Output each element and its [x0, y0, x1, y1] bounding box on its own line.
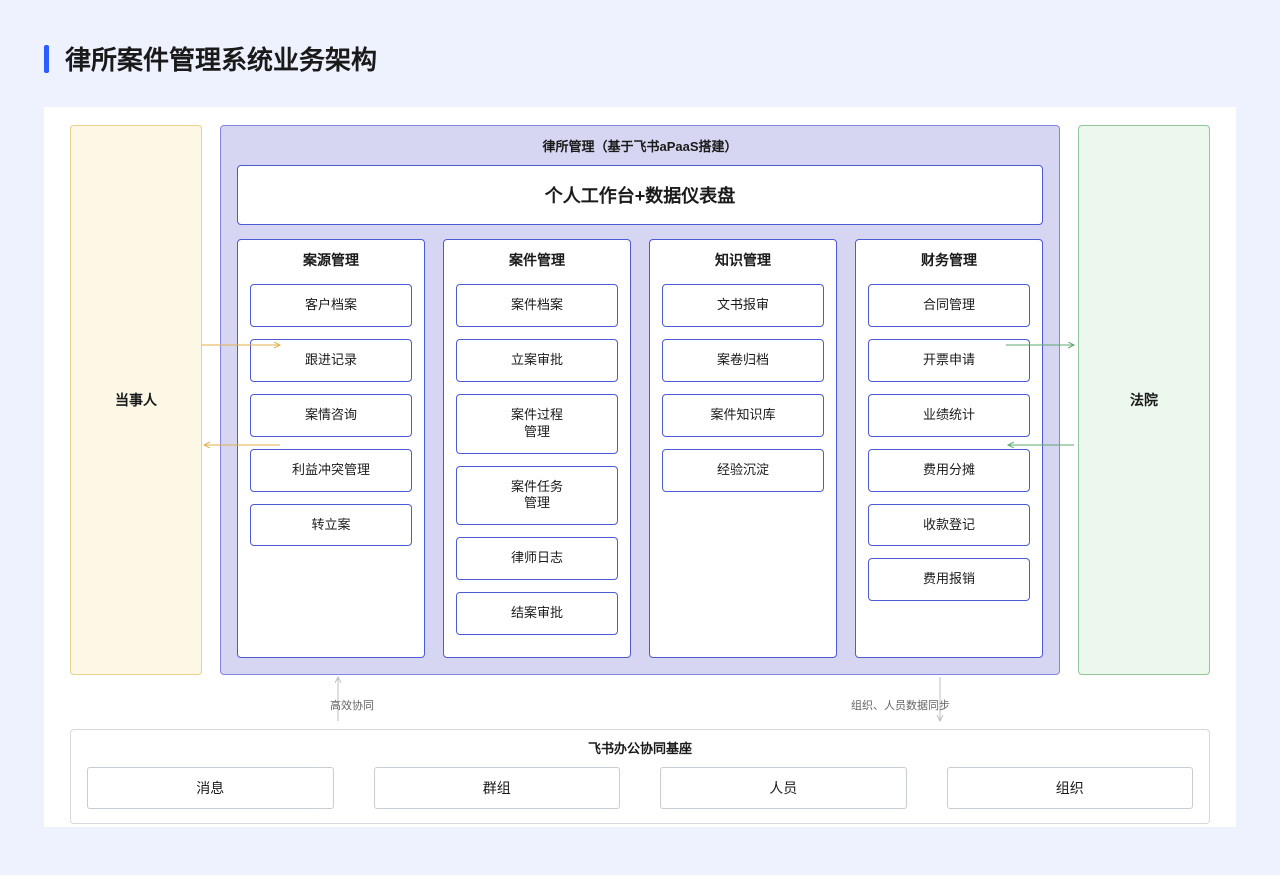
center-header: 律所管理（基于飞书aPaaS搭建）: [237, 136, 1043, 155]
col-title: 知识管理: [662, 250, 824, 270]
col-source: 案源管理 客户档案 跟进记录 案情咨询 利益冲突管理 转立案: [237, 239, 425, 658]
diagram-canvas: 当事人 律所管理（基于飞书aPaaS搭建） 个人工作台+数据仪表盘 案源管理 客…: [44, 107, 1236, 827]
cell: 案件过程 管理: [456, 394, 618, 454]
cell: 开票申请: [868, 339, 1030, 382]
col-finance: 财务管理 合同管理 开票申请 业绩统计 费用分摊 收款登记 费用报销: [855, 239, 1043, 658]
cell: 客户档案: [250, 284, 412, 327]
dashboard-box: 个人工作台+数据仪表盘: [237, 165, 1043, 225]
col-title: 案件管理: [456, 250, 618, 270]
cell: 费用分摊: [868, 449, 1030, 492]
col-knowledge: 知识管理 文书报审 案卷归档 案件知识库 经验沉淀: [649, 239, 837, 658]
module-columns: 案源管理 客户档案 跟进记录 案情咨询 利益冲突管理 转立案 案件管理 案件档案…: [237, 239, 1043, 658]
cell: 转立案: [250, 504, 412, 547]
base-item: 消息: [87, 767, 334, 809]
entity-left: 当事人: [70, 125, 202, 675]
cell: 案件档案: [456, 284, 618, 327]
base-title: 飞书办公协同基座: [87, 738, 1193, 757]
entity-left-label: 当事人: [115, 390, 157, 410]
entity-right: 法院: [1078, 125, 1210, 675]
cell: 立案审批: [456, 339, 618, 382]
col-title: 案源管理: [250, 250, 412, 270]
cell: 案件任务 管理: [456, 466, 618, 526]
cell: 文书报审: [662, 284, 824, 327]
base-item: 人员: [660, 767, 907, 809]
center-layer: 律所管理（基于飞书aPaaS搭建） 个人工作台+数据仪表盘 案源管理 客户档案 …: [220, 125, 1060, 675]
title-accent-bar: [44, 45, 49, 73]
base-layer: 飞书办公协同基座 消息 群组 人员 组织: [70, 729, 1210, 824]
col-case: 案件管理 案件档案 立案审批 案件过程 管理 案件任务 管理 律师日志 结案审批: [443, 239, 631, 658]
cell: 合同管理: [868, 284, 1030, 327]
cell: 律师日志: [456, 537, 618, 580]
cell: 跟进记录: [250, 339, 412, 382]
cell: 利益冲突管理: [250, 449, 412, 492]
base-item: 群组: [374, 767, 621, 809]
cell: 业绩统计: [868, 394, 1030, 437]
cell: 收款登记: [868, 504, 1030, 547]
cell: 结案审批: [456, 592, 618, 635]
col-title: 财务管理: [868, 250, 1030, 270]
cell: 案卷归档: [662, 339, 824, 382]
cell: 案件知识库: [662, 394, 824, 437]
entity-right-label: 法院: [1130, 390, 1158, 410]
page-title: 律所案件管理系统业务架构: [65, 40, 377, 77]
cell: 经验沉淀: [662, 449, 824, 492]
cell: 费用报销: [868, 558, 1030, 601]
cell: 案情咨询: [250, 394, 412, 437]
base-item: 组织: [947, 767, 1194, 809]
connector-label-left: 高效协同: [330, 697, 374, 713]
connector-label-right: 组织、人员数据同步: [851, 697, 950, 713]
